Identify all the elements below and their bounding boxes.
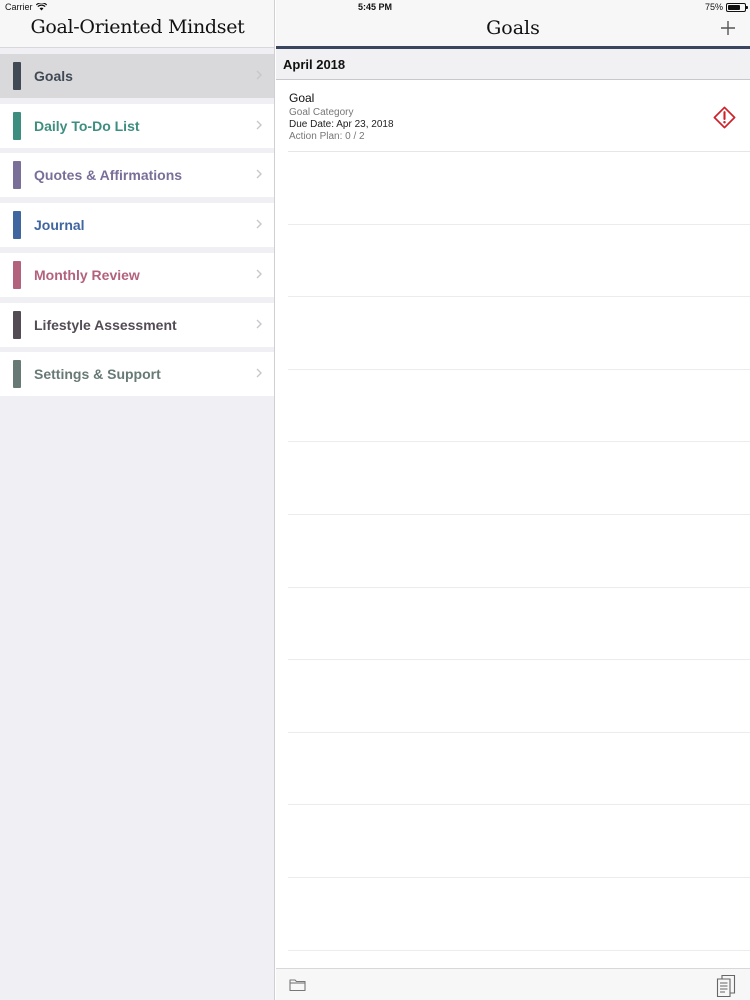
empty-row <box>288 515 750 588</box>
empty-row <box>288 588 750 661</box>
sidebar-item-label: Monthly Review <box>34 267 140 283</box>
battery-icon <box>726 2 748 12</box>
empty-row <box>288 442 750 515</box>
empty-row <box>288 660 750 733</box>
battery-fill <box>728 4 740 10</box>
empty-row <box>288 370 750 443</box>
goal-due-date: Due Date: Apr 23, 2018 <box>289 119 394 130</box>
sidebar-item-monthly-review[interactable]: Monthly Review <box>0 253 274 297</box>
chevron-right-icon <box>256 368 262 378</box>
sidebar-item-settings-support[interactable]: Settings & Support <box>0 352 274 396</box>
main-pane: Goals April 2018 Goal Goal Category Due … <box>276 0 750 1000</box>
sidebar: Goal-Oriented Mindset Goals Daily To-Do … <box>0 0 275 1000</box>
chevron-right-icon <box>256 219 262 229</box>
goal-name: Goal <box>289 91 315 105</box>
section-header: April 2018 <box>276 49 750 80</box>
menu-color-bar <box>13 311 21 339</box>
chevron-right-icon <box>256 269 262 279</box>
chevron-right-icon <box>256 70 262 80</box>
sidebar-title: Goal-Oriented Mindset <box>30 16 245 38</box>
sidebar-item-label: Quotes & Affirmations <box>34 167 183 183</box>
chevron-right-icon <box>256 319 262 329</box>
folder-icon[interactable] <box>289 977 306 992</box>
sidebar-item-label: Journal <box>34 217 85 233</box>
warning-diamond-icon <box>713 106 736 129</box>
menu-color-bar <box>13 261 21 289</box>
sidebar-item-quotes-affirmations[interactable]: Quotes & Affirmations <box>0 153 274 197</box>
empty-row <box>288 297 750 370</box>
page-title: Goals <box>486 17 540 39</box>
menu-color-bar <box>13 211 21 239</box>
sidebar-item-lifestyle-assessment[interactable]: Lifestyle Assessment <box>0 303 274 347</box>
empty-row <box>288 733 750 806</box>
menu-color-bar <box>13 112 21 140</box>
battery-percent: 75% <box>704 2 723 12</box>
section-label: April 2018 <box>283 57 346 72</box>
chevron-right-icon <box>256 120 262 130</box>
status-bar: Carrier 5:45 PM 75% <box>0 0 750 14</box>
sidebar-item-journal[interactable]: Journal <box>0 203 274 247</box>
menu-color-bar <box>13 360 21 388</box>
goal-category: Goal Category <box>289 107 354 118</box>
status-right: 75% <box>704 2 748 12</box>
empty-row <box>288 878 750 951</box>
goal-action-plan: Action Plan: 0 / 2 <box>289 131 365 142</box>
sidebar-item-label: Daily To-Do List <box>34 118 140 134</box>
status-time: 5:45 PM <box>357 2 392 12</box>
bottom-toolbar <box>276 968 750 1000</box>
empty-row <box>288 805 750 878</box>
sidebar-item-label: Goals <box>34 68 73 84</box>
goal-row[interactable]: Goal Goal Category Due Date: Apr 23, 201… <box>288 80 750 152</box>
plus-icon[interactable] <box>720 20 736 36</box>
chevron-right-icon <box>256 169 262 179</box>
menu-color-bar <box>13 62 21 90</box>
sidebar-item-goals[interactable]: Goals <box>0 54 274 98</box>
sidebar-item-label: Settings & Support <box>34 366 161 382</box>
documents-icon[interactable] <box>716 974 736 998</box>
sidebar-item-daily-to-do-list[interactable]: Daily To-Do List <box>0 104 274 148</box>
menu-color-bar <box>13 161 21 189</box>
empty-row <box>288 152 750 225</box>
empty-row <box>288 225 750 298</box>
sidebar-item-label: Lifestyle Assessment <box>34 317 177 333</box>
